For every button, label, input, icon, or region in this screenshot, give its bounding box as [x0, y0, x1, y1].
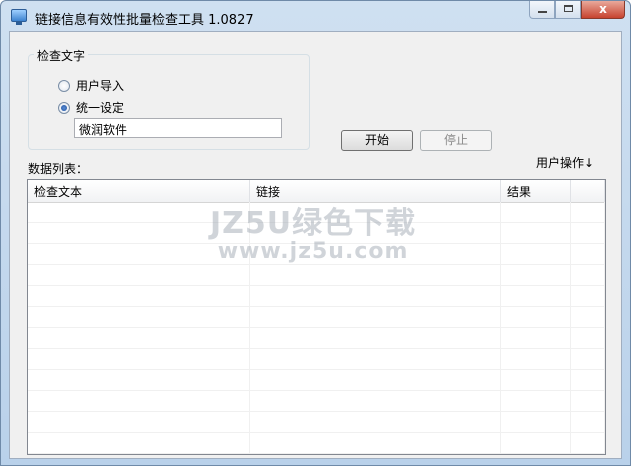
radio-checked-icon — [58, 101, 70, 114]
table-cell — [571, 265, 605, 285]
column-header-check-text[interactable]: 检查文本 — [28, 180, 250, 202]
table-cell — [250, 412, 501, 432]
minimize-icon — [538, 11, 547, 13]
table-cell — [501, 223, 571, 243]
radio-unchecked-icon — [58, 79, 70, 92]
window-title: 链接信息有效性批量检查工具 1.0827 — [35, 13, 254, 28]
table-cell — [28, 328, 250, 348]
table-cell — [250, 223, 501, 243]
app-window-icon — [11, 9, 27, 25]
table-cell — [28, 223, 250, 243]
column-header-filler — [571, 180, 605, 202]
minimize-button[interactable] — [529, 1, 555, 19]
radio-user-import-label: 用户导入 — [76, 79, 125, 93]
table-cell — [501, 370, 571, 390]
title-bar[interactable]: 链接信息有效性批量检查工具 1.0827 x — [1, 1, 630, 31]
radio-unified[interactable]: 统一设定 — [58, 99, 124, 116]
table-row[interactable] — [28, 370, 605, 391]
table-row[interactable] — [28, 412, 605, 433]
start-button[interactable]: 开始 — [341, 130, 413, 151]
column-header-link[interactable]: 链接 — [250, 180, 501, 202]
table-cell — [571, 328, 605, 348]
list-rows — [28, 202, 605, 454]
table-cell — [501, 307, 571, 327]
radio-user-import[interactable]: 用户导入 — [58, 77, 124, 94]
table-row[interactable] — [28, 244, 605, 265]
check-text-group-label: 检查文字 — [34, 47, 89, 64]
table-cell — [571, 433, 605, 453]
table-cell — [571, 307, 605, 327]
table-row[interactable] — [28, 391, 605, 412]
table-row[interactable] — [28, 307, 605, 328]
table-cell — [250, 370, 501, 390]
table-cell — [28, 391, 250, 411]
table-cell — [28, 244, 250, 264]
table-cell — [250, 265, 501, 285]
user-operation-menu[interactable]: 用户操作↓ — [536, 154, 594, 171]
radio-unified-label: 统一设定 — [76, 101, 125, 115]
table-cell — [28, 265, 250, 285]
table-cell — [250, 328, 501, 348]
table-cell — [28, 433, 250, 453]
maximize-button[interactable] — [555, 1, 581, 19]
table-cell — [501, 202, 571, 222]
table-cell — [571, 370, 605, 390]
table-cell — [501, 244, 571, 264]
table-row[interactable] — [28, 349, 605, 370]
check-text-input[interactable]: 微润软件 — [74, 118, 282, 138]
table-cell — [250, 433, 501, 453]
table-cell — [250, 286, 501, 306]
column-header-result[interactable]: 结果 — [501, 180, 571, 202]
table-cell — [28, 286, 250, 306]
table-cell — [28, 370, 250, 390]
table-cell — [28, 202, 250, 222]
stop-button[interactable]: 停止 — [420, 130, 492, 151]
table-cell — [571, 202, 605, 222]
data-list-label: 数据列表： — [28, 162, 89, 176]
table-cell — [571, 412, 605, 432]
table-cell — [501, 286, 571, 306]
table-cell — [571, 286, 605, 306]
table-row[interactable] — [28, 202, 605, 223]
table-cell — [571, 349, 605, 369]
table-cell — [571, 223, 605, 243]
table-cell — [501, 349, 571, 369]
table-row[interactable] — [28, 223, 605, 244]
table-cell — [28, 307, 250, 327]
table-cell — [501, 328, 571, 348]
maximize-icon — [564, 5, 573, 12]
table-cell — [501, 412, 571, 432]
table-cell — [28, 412, 250, 432]
table-cell — [250, 202, 501, 222]
table-cell — [501, 391, 571, 411]
table-cell — [571, 244, 605, 264]
data-list-view[interactable]: 检查文本 链接 结果 — [27, 179, 606, 455]
table-row[interactable] — [28, 265, 605, 286]
table-cell — [250, 307, 501, 327]
table-row[interactable] — [28, 286, 605, 307]
table-row[interactable] — [28, 328, 605, 349]
table-cell — [250, 349, 501, 369]
table-cell — [250, 244, 501, 264]
table-cell — [250, 391, 501, 411]
client-area: 检查文字 用户导入 统一设定 微润软件 开始 停止 数据列表： 用户操作↓ 检查… — [9, 31, 622, 459]
list-header: 检查文本 链接 结果 — [28, 180, 605, 203]
app-window: 链接信息有效性批量检查工具 1.0827 x 检查文字 用户导入 统一设定 微润… — [0, 0, 631, 466]
table-cell — [28, 349, 250, 369]
close-icon: x — [599, 2, 607, 16]
table-cell — [501, 265, 571, 285]
table-cell — [571, 391, 605, 411]
window-controls: x — [529, 1, 625, 20]
table-cell — [501, 433, 571, 453]
table-row[interactable] — [28, 433, 605, 454]
close-button[interactable]: x — [581, 1, 625, 19]
